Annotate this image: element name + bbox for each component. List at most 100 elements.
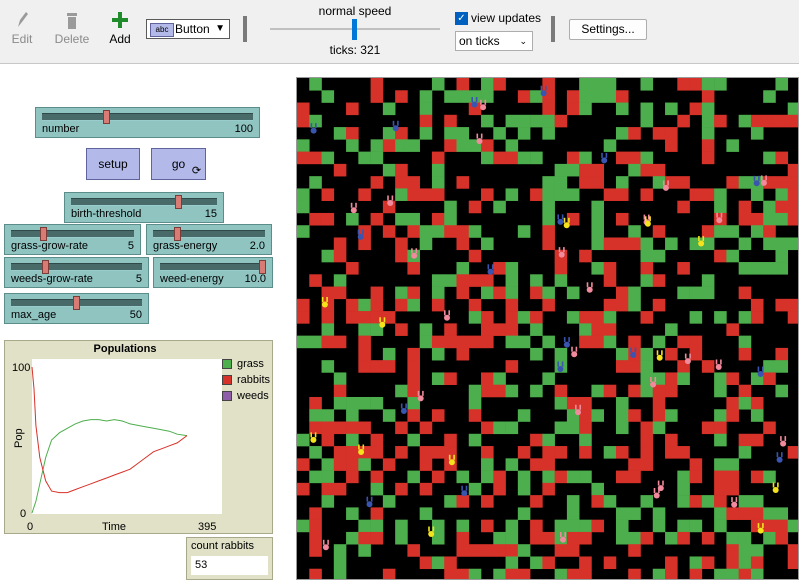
weed-patch: [615, 446, 629, 459]
weed-patch: [579, 421, 592, 435]
slider-grass-energy[interactable]: grass-energy 2.0: [146, 224, 272, 255]
slider-track[interactable]: [11, 263, 142, 271]
slider-birth-threshold[interactable]: birth-threshold 15: [64, 192, 224, 223]
speed-slider-thumb[interactable]: [352, 19, 357, 40]
slider-track[interactable]: [42, 113, 253, 121]
weed-patch: [554, 544, 568, 557]
grass-patch: [468, 384, 482, 398]
weed-patch: [493, 151, 506, 165]
weed-patch: [321, 311, 335, 324]
weed-patch: [456, 495, 470, 508]
slider-track[interactable]: [11, 230, 134, 238]
weed-patch: [481, 139, 494, 152]
weed-patch: [677, 114, 690, 128]
grass-patch: [444, 127, 457, 140]
weed-patch: [750, 556, 764, 570]
grass-patch: [346, 409, 359, 422]
weed-patch: [468, 409, 482, 422]
grass-patch: [431, 286, 445, 300]
grass-patch: [321, 458, 335, 471]
weed-patch: [701, 421, 715, 435]
grass-patch: [493, 421, 506, 435]
weed-patch: [297, 311, 310, 324]
grass-patch: [554, 568, 568, 579]
weed-patch: [615, 90, 629, 103]
weed-patch: [677, 200, 690, 214]
view-updates-checkbox[interactable]: ✓: [455, 12, 468, 25]
grass-patch: [591, 262, 605, 275]
add-button[interactable]: Add: [98, 8, 142, 46]
grass-patch: [419, 225, 433, 238]
slider-track[interactable]: [153, 230, 265, 238]
weed-patch: [456, 544, 470, 557]
grass-patch: [603, 335, 617, 349]
chevron-down-icon: ▼: [215, 23, 225, 34]
slider-track[interactable]: [71, 198, 217, 206]
grass-patch: [431, 176, 445, 189]
weed-patch: [652, 298, 666, 312]
weed-patch: [677, 446, 690, 459]
grass-patch: [763, 507, 776, 520]
slider-max-age[interactable]: max_age 50: [4, 293, 149, 324]
grass-patch: [395, 212, 408, 226]
grass-patch: [505, 384, 519, 398]
weed-patch: [407, 347, 420, 361]
delete-button[interactable]: Delete: [50, 8, 94, 46]
weed-patch: [603, 298, 617, 312]
world-canvas[interactable]: [297, 78, 799, 580]
widget-type-dropdown[interactable]: abc Button ▼: [146, 19, 230, 39]
grass-patch: [333, 274, 347, 287]
weed-patch: [382, 225, 396, 238]
slider-thumb[interactable]: [42, 260, 49, 274]
weed-patch: [309, 531, 322, 545]
grass-patch: [542, 470, 555, 484]
grass-patch: [456, 262, 470, 275]
weed-patch: [603, 323, 617, 336]
setup-button[interactable]: setup: [86, 148, 140, 180]
populations-plot[interactable]: Populations 100 0 0 395 Time Pop grass r…: [4, 340, 273, 534]
weed-patch: [493, 544, 506, 557]
slider-track[interactable]: [160, 263, 266, 271]
grass-patch: [591, 237, 605, 251]
go-button[interactable]: go ⟳: [151, 148, 206, 180]
grass-patch: [714, 188, 727, 201]
slider-thumb[interactable]: [259, 260, 266, 274]
slider-thumb[interactable]: [174, 227, 181, 241]
grass-patch: [640, 102, 654, 116]
slider-thumb[interactable]: [73, 296, 80, 310]
weed-patch: [370, 507, 384, 520]
grass-patch: [615, 409, 629, 422]
update-mode-dropdown[interactable]: on ticks ⌄: [455, 31, 533, 51]
weed-patch: [787, 188, 798, 201]
slider-weed-energy[interactable]: weed-energy 10.0: [153, 257, 273, 288]
weed-patch: [689, 335, 703, 349]
weed-patch: [481, 274, 494, 287]
grass-patch: [738, 237, 752, 251]
slider-number[interactable]: number 100: [35, 107, 260, 138]
weed-patch: [370, 470, 384, 484]
slider-thumb[interactable]: [40, 227, 47, 241]
weed-patch: [517, 568, 531, 579]
weed-patch: [358, 360, 371, 373]
edit-button[interactable]: Edit: [0, 8, 44, 46]
slider-weeds-grow-rate[interactable]: weeds-grow-rate 5: [4, 257, 149, 288]
add-label: Add: [109, 32, 131, 46]
monitor-label: count rabbits: [191, 540, 254, 552]
grass-patch: [615, 519, 629, 533]
rabbit-icon: [656, 350, 663, 361]
slider-thumb[interactable]: [175, 195, 183, 209]
speed-label: normal speed: [318, 4, 392, 18]
weed-patch: [763, 519, 776, 533]
grass-patch: [358, 323, 371, 336]
settings-button[interactable]: Settings...: [569, 19, 647, 40]
grass-patch: [763, 212, 776, 226]
widget-type-value: Button: [175, 22, 210, 36]
grass-patch: [358, 151, 371, 165]
grass-patch: [615, 347, 629, 361]
slider-thumb[interactable]: [103, 110, 111, 124]
grass-patch: [468, 396, 482, 410]
world-view[interactable]: [296, 77, 799, 580]
weed-patch: [603, 188, 617, 201]
grass-patch: [652, 335, 666, 349]
slider-grass-grow-rate[interactable]: grass-grow-rate 5: [4, 224, 141, 255]
